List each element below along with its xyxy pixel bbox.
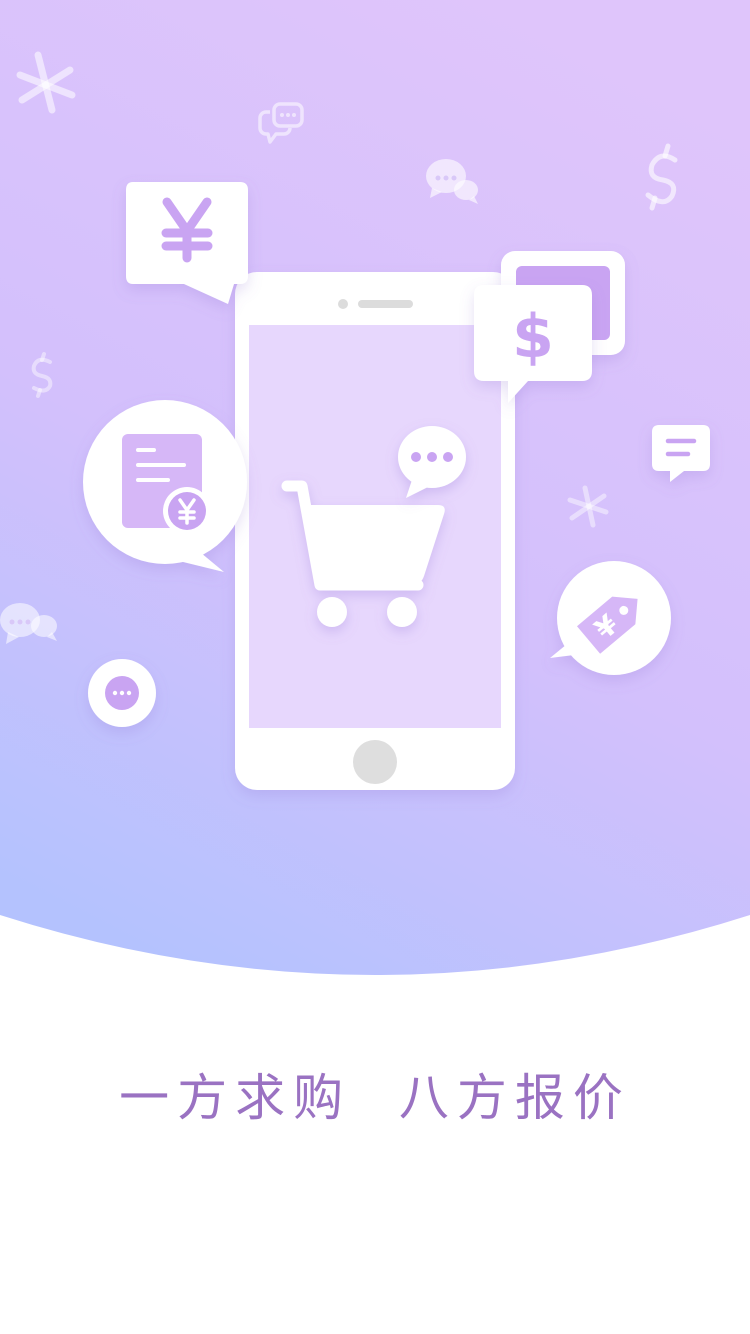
dollar-symbol: $ <box>512 302 554 372</box>
hero-illustration-svg: $ ¥ <box>0 0 750 975</box>
hero-illustration: $ ¥ <box>0 0 750 1000</box>
ellipsis-bubble-dots <box>112 690 132 696</box>
tagline: 一方求购 八方报价 <box>119 1069 631 1127</box>
phone-home-button <box>353 740 397 784</box>
phone-camera <box>338 299 348 309</box>
cart-chat-dots <box>411 452 453 462</box>
phone-speaker <box>358 300 413 308</box>
chat-deco-dots <box>280 113 296 117</box>
